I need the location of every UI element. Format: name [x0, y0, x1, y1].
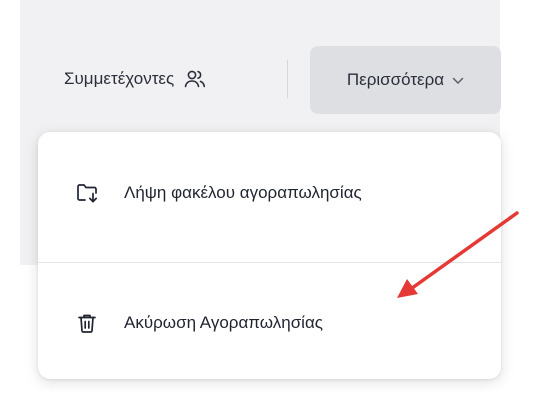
menu-divider: [38, 262, 501, 263]
participants-label: Συμμετέχοντες: [64, 69, 175, 88]
more-label: Περισσότερα: [346, 70, 445, 89]
trash-icon: [76, 312, 98, 334]
menu-item-cancel-sale[interactable]: Ακύρωση Αγοραπωλησίας: [38, 302, 501, 344]
menu-item-label: Λήψη φακέλου αγοραπωλησίας: [124, 183, 362, 202]
toolbar-divider: [287, 60, 288, 98]
folder-download-icon: [76, 182, 100, 204]
participants-button[interactable]: Συμμετέχοντες: [64, 64, 206, 94]
users-icon: [184, 69, 206, 89]
more-button[interactable]: Περισσότερα: [310, 46, 501, 114]
chevron-down-icon: [452, 75, 464, 85]
more-dropdown-menu: Λήψη φακέλου αγοραπωλησίας Ακύρωση Αγορα…: [38, 132, 501, 379]
menu-item-download-folder[interactable]: Λήψη φακέλου αγοραπωλησίας: [38, 172, 501, 214]
menu-item-label: Ακύρωση Αγοραπωλησίας: [124, 313, 323, 332]
